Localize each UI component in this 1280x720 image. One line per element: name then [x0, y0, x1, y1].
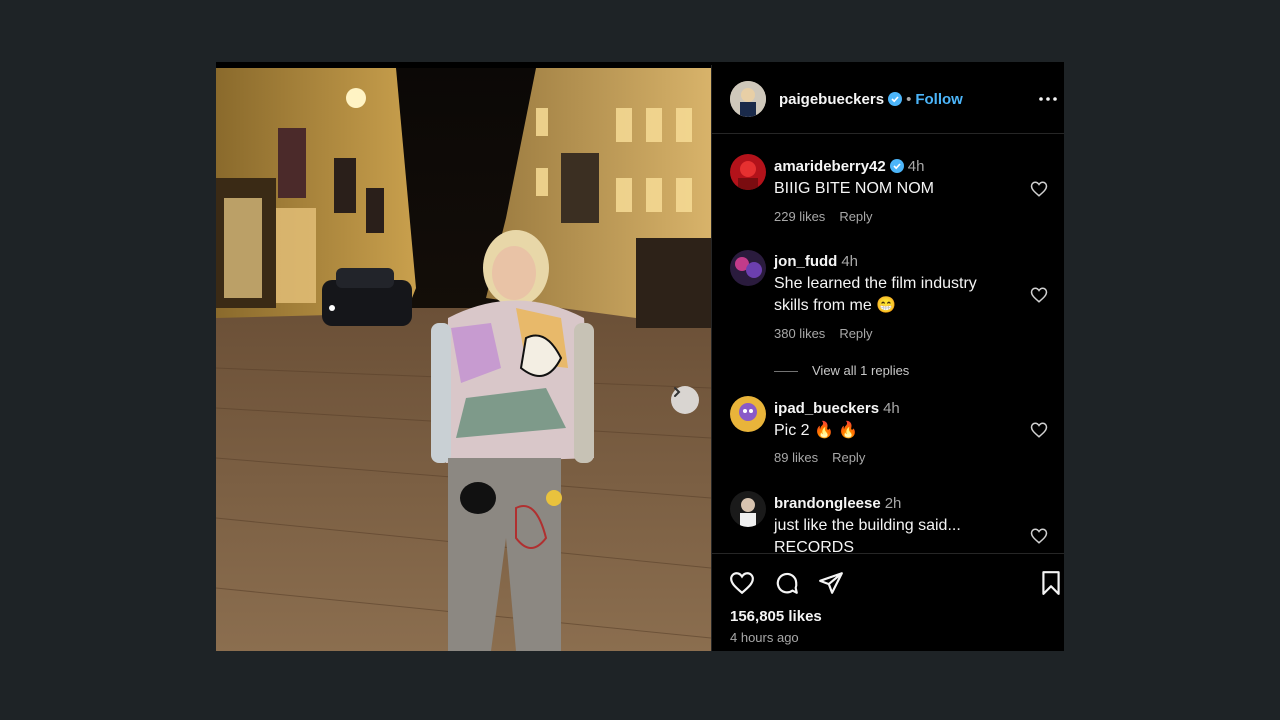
heart-icon[interactable] [1030, 527, 1048, 545]
reply-button[interactable]: Reply [839, 209, 872, 224]
commenter-avatar-image [730, 250, 766, 286]
comment-username[interactable]: amarideberry42 [774, 158, 886, 175]
heart-icon[interactable] [1030, 286, 1048, 304]
post-timestamp: 4 hours ago [730, 630, 799, 645]
next-photo-button[interactable] [671, 386, 699, 414]
comment-icon[interactable] [774, 570, 800, 596]
commenter-avatar[interactable] [730, 396, 766, 432]
bookmark-icon[interactable] [1038, 570, 1064, 596]
comment-time: 2h [884, 495, 902, 512]
likes-count[interactable]: 156,805 likes [730, 608, 822, 625]
comment-text: just like the building said... RECORDS [774, 517, 961, 552]
post-side-panel: paigebueckers • Follow amarideberry42 4h BI… [711, 65, 1064, 651]
separator-dot: • [906, 91, 912, 108]
comments-list[interactable]: amarideberry42 4h BIIIG BITE NOM NOM 229 … [712, 134, 1064, 552]
comment-likes[interactable]: 380 likes [774, 326, 825, 341]
reply-button[interactable]: Reply [832, 450, 865, 465]
chevron-right-icon [674, 387, 681, 397]
comment-likes[interactable]: 89 likes [774, 450, 818, 465]
comment-time: 4h [907, 158, 925, 175]
post-actions: 156,805 likes 4 hours ago [712, 553, 1064, 652]
commenter-avatar[interactable] [730, 154, 766, 190]
author-avatar[interactable] [730, 81, 766, 117]
post-photo[interactable] [216, 68, 711, 651]
comment-text: BIIIG BITE NOM NOM [774, 180, 935, 197]
follow-button[interactable]: Follow [915, 91, 963, 108]
comment-meta: 89 likes Reply [774, 450, 879, 465]
comment-username[interactable]: ipad_bueckers [774, 400, 879, 417]
comment-username[interactable]: brandongleese [774, 495, 881, 512]
heart-icon[interactable] [729, 570, 755, 596]
post-modal: paigebueckers • Follow amarideberry42 4h BI… [216, 62, 1064, 651]
more-options-icon[interactable] [1036, 87, 1060, 111]
comment-header: amarideberry42 4h [774, 158, 924, 177]
comment-text: She learned the film industry skills fro… [774, 275, 977, 314]
comment-text: Pic 2 🔥 🔥 [774, 422, 859, 439]
comment-time: 4h [841, 253, 859, 270]
comment-likes[interactable]: 229 likes [774, 209, 825, 224]
comment-username[interactable]: jon_fudd [774, 253, 837, 270]
heart-icon[interactable] [1030, 180, 1048, 198]
share-icon[interactable] [818, 570, 844, 596]
comment-header: ipad_bueckers 4h [774, 400, 900, 417]
commenter-avatar-image [730, 396, 766, 432]
author-username[interactable]: paigebueckers [779, 91, 884, 108]
comment-header: jon_fudd 4h [774, 253, 858, 270]
reply-button[interactable]: Reply [839, 326, 872, 341]
post-header: paigebueckers • Follow [712, 65, 1064, 134]
commenter-avatar[interactable] [730, 491, 766, 527]
comment-time: 4h [883, 400, 900, 417]
comment-meta: 380 likes Reply [774, 326, 887, 341]
comment-meta: 229 likes Reply [774, 209, 887, 224]
commenter-avatar-image [730, 154, 766, 190]
view-replies-button[interactable]: View all 1 replies [774, 363, 909, 378]
heart-icon[interactable] [1030, 421, 1048, 439]
verified-badge-icon [889, 159, 904, 177]
author-line: paigebueckers • Follow [779, 91, 963, 110]
verified-badge-icon [888, 92, 903, 110]
street-night-photo [216, 68, 711, 651]
author-avatar-image [730, 81, 766, 117]
comment-header: brandongleese 2h [774, 495, 901, 512]
commenter-avatar[interactable] [730, 250, 766, 286]
commenter-avatar-image [730, 491, 766, 527]
